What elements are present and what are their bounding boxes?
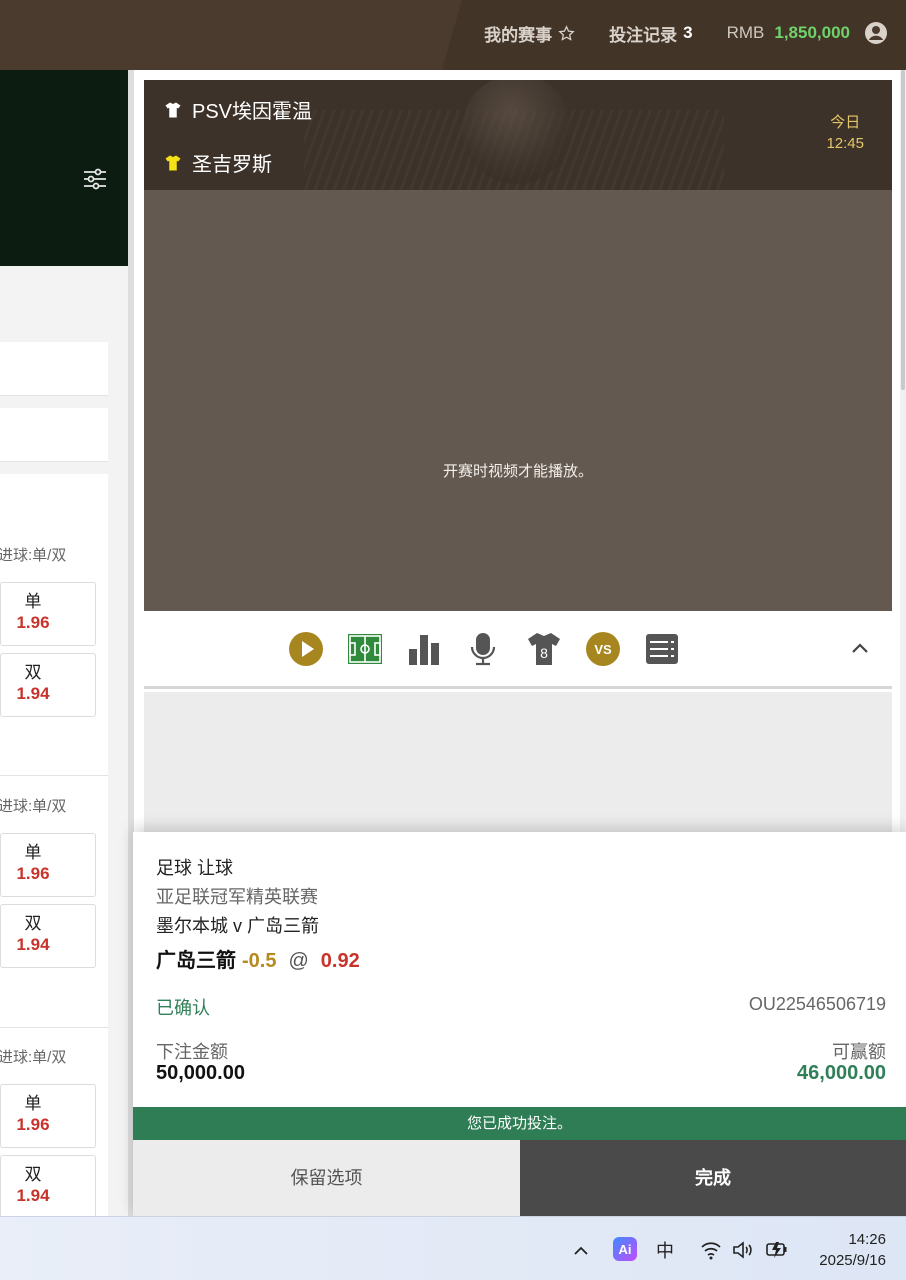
even-button[interactable]: 双 1.94	[0, 1155, 96, 1216]
win-value: 46,000.00	[797, 1062, 886, 1084]
even-button[interactable]: 双 1.94	[0, 904, 96, 968]
system-clock[interactable]: 14:26 2025/9/16	[819, 1229, 886, 1271]
bet-record-label: 投注记录	[609, 25, 678, 45]
stake-value: 50,000.00	[156, 1062, 245, 1084]
video-player[interactable]: 开赛时视频才能播放。	[144, 190, 892, 611]
balance-display[interactable]: RMB 1,850,000	[727, 21, 888, 45]
odd-button[interactable]: 单 1.96	[0, 833, 96, 897]
scrollbar-thumb[interactable]	[901, 70, 905, 390]
odds-value: 0.92	[320, 950, 360, 972]
odd-value: 1.96	[16, 1115, 50, 1134]
home-team: PSV埃因霍温	[164, 95, 312, 124]
success-banner: 您已成功投注。	[133, 1107, 906, 1140]
vs-text: VS	[594, 642, 612, 657]
vs-icon[interactable]: VS	[585, 631, 621, 667]
lineup-icon[interactable]: 8	[526, 631, 562, 667]
ai-label: Ai	[618, 1241, 632, 1257]
chevron-up-icon[interactable]	[850, 639, 870, 659]
lineup-number: 8	[540, 645, 548, 661]
done-button[interactable]: 完成	[520, 1140, 906, 1216]
kickoff-clock: 12:45	[826, 135, 864, 152]
left-banner	[0, 70, 128, 266]
bet-record-link[interactable]: 投注记录 3	[609, 21, 692, 46]
video-message: 开赛时视频才能播放。	[442, 463, 593, 480]
content-area	[144, 692, 892, 832]
even-value: 1.94	[16, 684, 50, 703]
play-icon[interactable]	[288, 631, 324, 667]
home-jersey-icon	[165, 102, 181, 117]
odd-value: 1.96	[16, 613, 50, 632]
odd-label: 单	[24, 592, 42, 611]
league-name: 亚足联冠军精英联赛	[156, 887, 318, 907]
even-value: 1.94	[16, 1186, 50, 1205]
sport-market: 足球 让球	[156, 858, 234, 878]
bet-reference: OU22546506719	[748, 994, 886, 1014]
away-team-name: 圣吉罗斯	[192, 154, 272, 176]
kickoff-time: 今日 12:45	[826, 112, 864, 154]
top-header: 我的赛事 投注记录 3 RMB 1,850,000	[0, 0, 906, 70]
win-label: 可赢额	[832, 1042, 886, 1062]
even-value: 1.94	[16, 935, 50, 954]
left-row[interactable]	[0, 408, 108, 462]
market-label: 进球:单/双	[0, 547, 67, 564]
volume-icon[interactable]	[732, 1240, 754, 1260]
away-jersey-icon	[165, 155, 181, 170]
at-sign: @	[288, 950, 309, 972]
left-row[interactable]	[0, 342, 108, 396]
market-label: 进球:单/双	[0, 798, 67, 815]
bet-slip-receipt: 足球 让球 亚足联冠军精英联赛 墨尔本城 v 广岛三箭 广岛三箭 -0.5 @ …	[133, 832, 906, 1216]
kickoff-day: 今日	[830, 114, 861, 131]
account-icon[interactable]	[864, 21, 888, 45]
bet-record-count: 3	[683, 23, 693, 42]
home-team-name: PSV埃因霍温	[192, 101, 313, 123]
star-outline-icon	[558, 24, 575, 41]
stake-label: 下注金额	[156, 1042, 228, 1062]
my-events-link[interactable]: 我的赛事	[484, 21, 575, 46]
filter-settings-icon[interactable]	[82, 166, 108, 192]
currency-label: RMB	[726, 23, 765, 42]
left-column: 进球:单/双 单 1.96 双 1.94 进球:单/双 单 1.96 双 1.9…	[0, 70, 128, 1216]
balance-value: 1,850,000	[774, 23, 850, 42]
even-label: 双	[24, 1165, 42, 1184]
odd-button[interactable]: 单 1.96	[0, 582, 96, 646]
confirmed-status: 已确认	[156, 998, 210, 1018]
clock-time: 14:26	[848, 1231, 886, 1248]
match-toolbar: 8 VS	[144, 611, 892, 689]
ime-indicator[interactable]: 中	[656, 1237, 674, 1263]
chevron-up-icon[interactable]	[571, 1241, 591, 1261]
clock-date: 2025/9/16	[819, 1252, 886, 1269]
match-header: PSV埃因霍温 圣吉罗斯 今日 12:45	[144, 80, 892, 190]
selection-line: 广岛三箭 -0.5 @ 0.92	[156, 944, 360, 973]
keep-selections-button[interactable]: 保留选项	[133, 1140, 520, 1216]
fixture-name: 墨尔本城 v 广岛三箭	[156, 916, 320, 936]
taskbar: Ai 中 14:26 2025/9/16	[0, 1216, 906, 1280]
even-label: 双	[24, 663, 42, 682]
away-team: 圣吉罗斯	[164, 148, 272, 177]
top-nav: 我的赛事 投注记录 3 RMB 1,850,000	[484, 20, 888, 46]
even-label: 双	[24, 914, 42, 933]
odd-button[interactable]: 单 1.96	[0, 1084, 96, 1148]
wifi-icon[interactable]	[700, 1240, 722, 1260]
market-label: 进球:单/双	[0, 1049, 67, 1066]
even-button[interactable]: 双 1.94	[0, 653, 96, 717]
odd-label: 单	[24, 843, 42, 862]
my-events-label: 我的赛事	[484, 25, 553, 45]
commentary-icon[interactable]	[465, 631, 501, 667]
scoreboard-icon[interactable]	[644, 631, 680, 667]
stats-icon[interactable]	[406, 631, 442, 667]
battery-charging-icon[interactable]	[765, 1239, 789, 1261]
odd-label: 单	[24, 1094, 42, 1113]
odd-value: 1.96	[16, 864, 50, 883]
handicap-value: -0.5	[242, 950, 277, 972]
selection-name: 广岛三箭	[156, 950, 236, 972]
pitch-icon[interactable]	[347, 631, 383, 667]
ai-assistant-icon[interactable]: Ai	[613, 1237, 637, 1261]
